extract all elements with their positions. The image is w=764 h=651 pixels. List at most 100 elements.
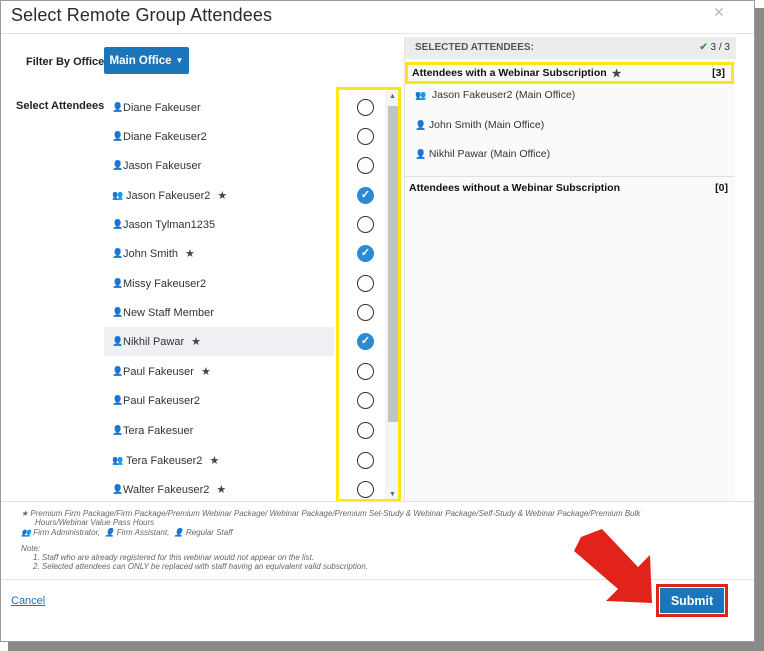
selected-title: SELECTED ATTENDEES:	[415, 42, 534, 53]
dialog-title: Select Remote Group Attendees	[11, 5, 273, 25]
attendee-checkbox[interactable]	[357, 157, 374, 174]
attendee-checkbox[interactable]	[357, 363, 374, 380]
with-subscription-header: Attendees with a Webinar Subscription ★ …	[405, 62, 734, 84]
filter-label: Filter By Office	[26, 56, 105, 68]
attendee-name: Paul Fakeuser	[123, 365, 194, 378]
attendee-name: Walter Fakeuser2	[123, 483, 210, 496]
attendee-checkbox[interactable]	[357, 216, 374, 233]
caret-down-icon: ▼	[175, 56, 184, 65]
scrollbar[interactable]	[385, 91, 399, 501]
star-icon: ★	[209, 455, 220, 467]
person-icon: 👤	[112, 336, 124, 346]
attendee-checkbox[interactable]	[357, 99, 374, 116]
attendee-name: Tera Fakesuer	[123, 424, 194, 437]
assistant-icon: 👤	[104, 528, 115, 537]
person-icon: 👤	[112, 366, 124, 376]
legend-line-3: 👥 Firm Administrator, 👤 Firm Assistant, …	[21, 528, 233, 537]
attendee-name: Nikhil Pawar	[123, 335, 185, 348]
attendee-row[interactable]: 👤 Diane Fakeuser	[104, 93, 334, 122]
admin-icon: 👥	[21, 528, 31, 537]
attendee-list: 👤 Diane Fakeuser 👤 Diane Fakeuser2 👤 Jason Fa…	[104, 91, 399, 501]
office-filter-dropdown[interactable]: Main Office ▼	[104, 47, 189, 74]
selected-attendee: 👥 Jason Fakeuser2 (Main Office)	[415, 89, 576, 101]
window-shadow-bottom	[8, 642, 764, 651]
select-attendees-label: Select Attendees	[16, 100, 105, 112]
note-line-2: 2. Selected attendees can ONLY be replac…	[33, 562, 368, 571]
attendee-checkbox[interactable]	[357, 392, 374, 409]
attendee-row[interactable]: 👤 Tera Fakesuer	[104, 416, 334, 445]
attendee-row[interactable]: 👤 Paul Fakeuser ★	[104, 357, 334, 386]
attendee-row[interactable]: 👤 Walter Fakeuser2 ★	[104, 475, 334, 501]
attendee-name: Jason Tylman1235	[123, 218, 216, 231]
attendee-checkbox[interactable]	[357, 422, 374, 439]
attendee-checkbox-checked[interactable]: ✓	[357, 333, 374, 350]
submit-highlight: Submit	[656, 584, 728, 617]
attendee-name: Diane Fakeuser	[123, 101, 201, 114]
star-icon: ★	[216, 484, 227, 496]
selected-count: ✔ 3 / 3	[699, 42, 730, 53]
with-subscription-label: Attendees with a Webinar Subscription	[412, 67, 607, 79]
note-line-1: 1. Staff who are already registered for …	[33, 553, 315, 562]
submit-button[interactable]: Submit	[660, 588, 724, 613]
person-icon: 👤	[112, 484, 124, 494]
without-subscription-label: Attendees without a Webinar Subscription	[409, 181, 620, 194]
title-divider	[1, 33, 754, 34]
admin-icon: 👥	[112, 190, 123, 200]
without-subscription-header: Attendees without a Webinar Subscription…	[405, 176, 734, 198]
attendee-checkbox[interactable]	[357, 481, 374, 498]
person-icon: 👤	[112, 307, 124, 317]
selected-attendee: 👤 Nikhil Pawar (Main Office)	[415, 148, 551, 160]
attendee-name: New Staff Member	[123, 306, 214, 319]
star-icon: ★	[191, 336, 202, 348]
scroll-down-icon[interactable]: ▼	[389, 491, 396, 498]
attendee-name: Diane Fakeuser2	[123, 130, 207, 143]
attendee-checkbox[interactable]	[357, 128, 374, 145]
attendee-row[interactable]: 👤 Jason Fakeuser	[104, 151, 334, 180]
attendee-row[interactable]: 👤 Diane Fakeuser2	[104, 122, 334, 151]
admin-icon: 👥	[112, 455, 123, 465]
attendee-row[interactable]: 👤 Nikhil Pawar ★	[104, 327, 334, 356]
attendee-row[interactable]: 👤 Missy Fakeuser2	[104, 269, 334, 298]
star-icon: ★	[21, 509, 29, 518]
person-icon: 👤	[112, 425, 124, 435]
attendee-row[interactable]: 👤 Paul Fakeuser2	[104, 386, 334, 415]
attendee-checkbox[interactable]	[357, 275, 374, 292]
selected-count-value: 3 / 3	[710, 42, 730, 53]
cancel-link[interactable]: Cancel	[11, 595, 45, 607]
attendee-row[interactable]: 👤 Jason Tylman1235	[104, 210, 334, 239]
close-icon[interactable]: ✕	[713, 4, 725, 21]
attendee-name: John Smith	[123, 247, 179, 260]
person-icon: 👤	[112, 248, 124, 258]
star-icon: ★	[217, 190, 228, 202]
scroll-up-icon[interactable]: ▲	[389, 93, 396, 100]
attendee-row[interactable]: 👤 John Smith ★	[104, 239, 334, 268]
person-icon: 👤	[112, 219, 124, 229]
with-subscription-count: [3]	[712, 67, 725, 79]
note-title: Note:	[21, 544, 41, 553]
attendee-name: Tera Fakeuser2	[126, 454, 203, 467]
person-icon: 👤	[112, 131, 124, 141]
star-icon: ★	[185, 248, 195, 260]
attendee-checkbox-checked[interactable]: ✓	[357, 245, 374, 262]
star-icon: ★	[200, 366, 211, 378]
attendee-checkbox[interactable]	[357, 452, 374, 469]
legend-line-1: ★ Premium Firm Package/Firm Package/Prem…	[21, 509, 641, 518]
attendee-row[interactable]: 👤 New Staff Member	[104, 298, 334, 327]
person-icon: 👤	[415, 120, 427, 130]
attendee-row[interactable]: 👥 Tera Fakeuser2 ★	[104, 446, 334, 475]
attendee-name: Paul Fakeuser2	[123, 394, 201, 407]
attendee-checkbox-checked[interactable]: ✓	[357, 187, 374, 204]
person-icon: 👤	[112, 395, 124, 405]
selected-attendees-panel: SELECTED ATTENDEES: ✔ 3 / 3 Attendees wi…	[404, 37, 736, 501]
selected-header: SELECTED ATTENDEES: ✔ 3 / 3	[405, 37, 736, 59]
attendee-row[interactable]: 👥 Jason Fakeuser2 ★	[104, 181, 334, 210]
person-icon: 👤	[112, 278, 124, 288]
select-attendees-dialog: Select Remote Group Attendees ✕ Filter B…	[0, 0, 755, 642]
admin-icon: 👥	[415, 90, 426, 100]
scrollbar-thumb[interactable]	[388, 106, 398, 422]
star-icon: ★	[611, 67, 622, 80]
without-subscription-count: [0]	[715, 181, 728, 194]
attendee-checkbox[interactable]	[357, 304, 374, 321]
attendee-name: Missy Fakeuser2	[123, 277, 207, 290]
person-icon: 👤	[415, 149, 427, 159]
